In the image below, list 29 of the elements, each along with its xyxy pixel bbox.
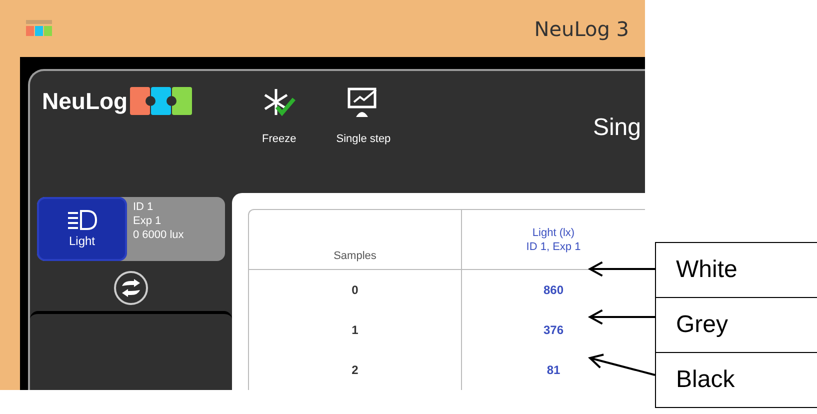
logo-blocks-icon bbox=[130, 87, 192, 115]
light-sensor-button[interactable]: Light bbox=[37, 197, 127, 261]
table-cell: 2 bbox=[352, 363, 358, 377]
annotation-label: Black bbox=[655, 352, 817, 408]
window-title: NeuLog 3 bbox=[534, 16, 629, 40]
single-step-button[interactable]: Single step bbox=[336, 87, 391, 145]
app-logo-icon bbox=[26, 20, 52, 38]
annotation-arrow bbox=[588, 309, 655, 325]
sensor-info-text: ID 1 bbox=[133, 200, 154, 214]
snowflake-check-icon bbox=[262, 87, 296, 119]
table-cell: 1 bbox=[352, 323, 358, 337]
annotation-arrow bbox=[588, 354, 656, 376]
table-cell: 0 bbox=[352, 283, 358, 297]
table-cell: 81 bbox=[546, 363, 560, 377]
sensor-info-text: Exp 1 bbox=[133, 214, 162, 228]
table-cell: 376 bbox=[543, 323, 564, 337]
sensor-info-text: 0 6000 lux bbox=[133, 228, 184, 242]
swap-arrows-icon bbox=[120, 279, 142, 297]
column-header: Samples bbox=[334, 249, 376, 263]
column-header: Light (lx) bbox=[532, 226, 575, 240]
table-cell: 860 bbox=[543, 283, 564, 297]
annotation-arrow bbox=[588, 261, 655, 277]
mode-title: Sing bbox=[592, 114, 641, 142]
column-header: ID 1, Exp 1 bbox=[526, 240, 581, 254]
annotation-label: White bbox=[655, 242, 817, 298]
freeze-button[interactable]: Freeze bbox=[262, 87, 296, 145]
logo-text: NeuLog bbox=[42, 88, 128, 114]
headlight-icon bbox=[67, 210, 97, 230]
swap-button[interactable] bbox=[114, 271, 148, 305]
